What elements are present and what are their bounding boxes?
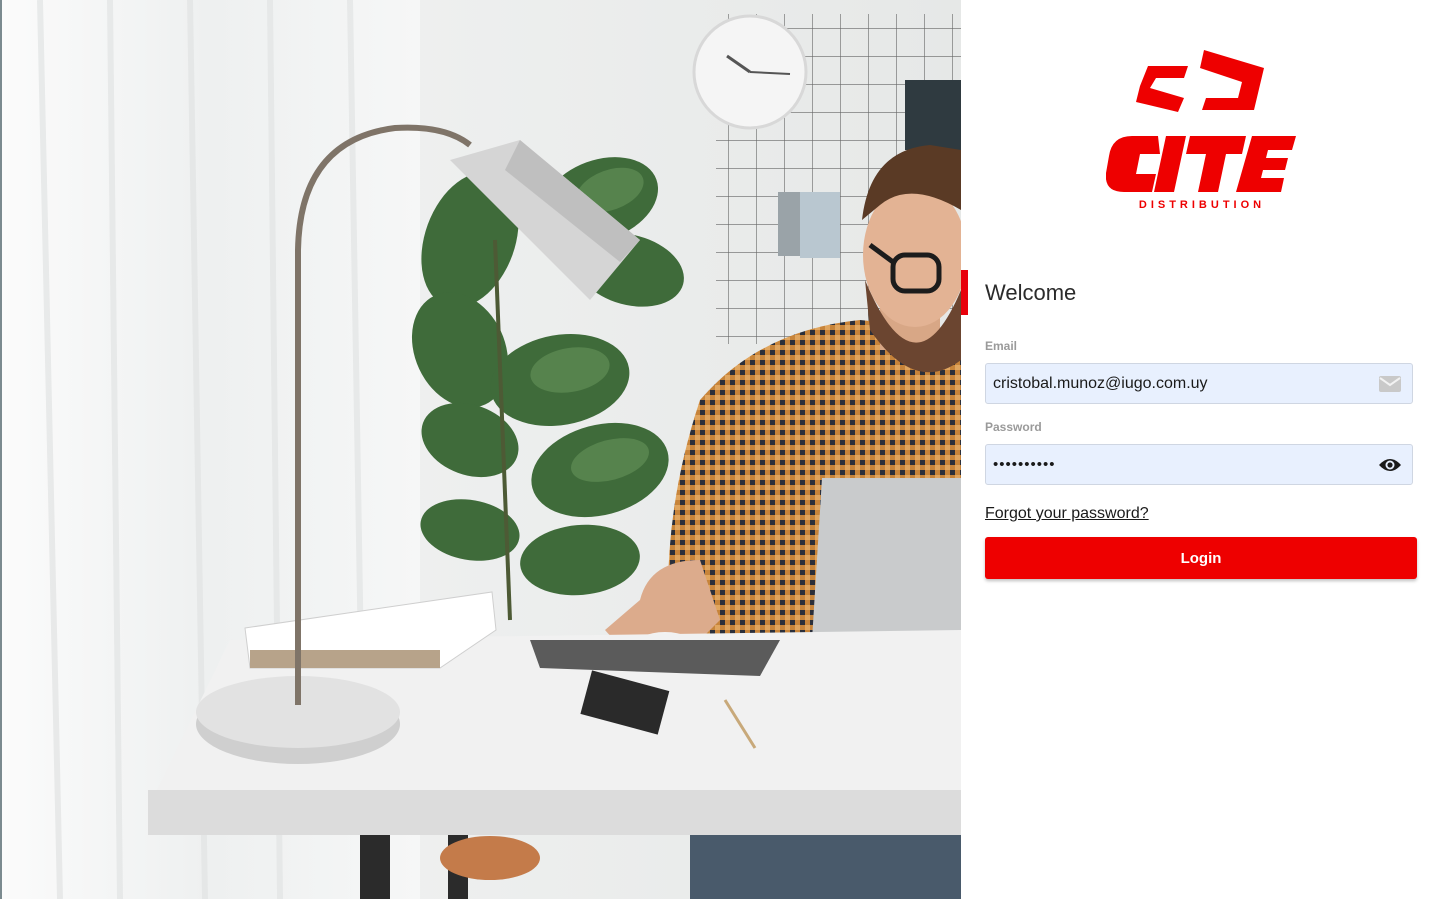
password-field [985,444,1413,485]
password-label: Password [985,420,1042,434]
eye-icon[interactable] [1378,454,1402,476]
login-panel: DISTRIBUTION Welcome Email Password Forg… [961,0,1440,899]
email-field [985,363,1413,404]
cite-distribution-logo: DISTRIBUTION [1105,48,1296,213]
login-button[interactable]: Login [985,537,1417,579]
envelope-icon [1378,373,1402,395]
email-label: Email [985,339,1018,353]
forgot-password-link[interactable]: Forgot your password? [985,505,1149,523]
email-input[interactable] [986,364,1366,403]
welcome-accent-bar [961,270,968,315]
svg-text:DISTRIBUTION: DISTRIBUTION [1139,199,1265,211]
welcome-heading: Welcome [985,280,1077,305]
hero-image [0,0,961,899]
password-input[interactable] [986,445,1366,484]
